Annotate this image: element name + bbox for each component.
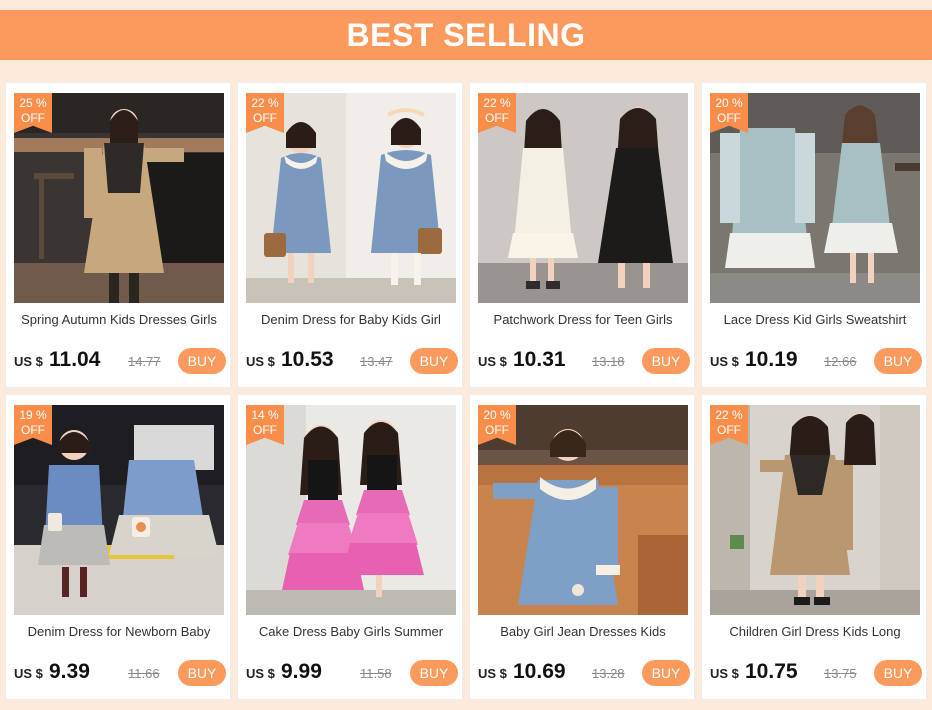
product-image[interactable]: 20 % OFF	[710, 93, 920, 303]
current-price: 10.75	[745, 660, 798, 683]
current-price: 10.53	[281, 348, 334, 371]
current-price: 9.99	[281, 660, 322, 683]
product-title[interactable]: Spring Autumn Kids Dresses Girls	[12, 311, 226, 329]
current-price: 9.39	[49, 660, 90, 683]
product-card[interactable]: 22 % OFF Denim Dress for Baby Kids Girl U…	[237, 82, 463, 388]
product-image[interactable]: 19 % OFF	[14, 405, 224, 615]
product-image[interactable]: 20 % OFF	[478, 405, 688, 615]
product-card[interactable]: 14 % OFF Cake Dress Baby Girls Summer US …	[237, 394, 463, 700]
page: BEST SELLING 25 % OFF Spring Autumn Kids…	[0, 0, 932, 710]
original-price: 11.66	[128, 666, 160, 681]
buy-button[interactable]: BUY	[410, 660, 458, 686]
original-price: 12.66	[824, 354, 857, 369]
product-image[interactable]: 22 % OFF	[478, 93, 688, 303]
current-price: 10.31	[513, 348, 566, 371]
currency-label: US $	[710, 666, 739, 681]
original-price: 11.58	[360, 666, 392, 681]
product-card[interactable]: 25 % OFF Spring Autumn Kids Dresses Girls…	[5, 82, 231, 388]
product-title[interactable]: Denim Dress for Newborn Baby	[12, 623, 226, 641]
price-row: US $ 10.53 13.47 BUY	[246, 347, 458, 375]
buy-button[interactable]: BUY	[874, 348, 922, 374]
product-card[interactable]: 22 % OFF Patchwork Dress for Teen Girls U…	[469, 82, 695, 388]
product-image[interactable]: 22 % OFF	[246, 93, 456, 303]
product-title[interactable]: Patchwork Dress for Teen Girls	[476, 311, 690, 329]
original-price: 13.28	[592, 666, 625, 681]
product-card[interactable]: 20 % OFF Lace Dress Kid Girls Sweatshirt …	[701, 82, 927, 388]
product-card[interactable]: 19 % OFF Denim Dress for Newborn Baby US …	[5, 394, 231, 700]
currency-label: US $	[478, 666, 507, 681]
product-title[interactable]: Cake Dress Baby Girls Summer	[244, 623, 458, 641]
current-price: 11.04	[49, 348, 101, 371]
original-price: 14.77	[128, 354, 161, 369]
product-title[interactable]: Denim Dress for Baby Kids Girl	[244, 311, 458, 329]
price-row: US $ 11.04 14.77 BUY	[14, 347, 226, 375]
product-image[interactable]: 14 % OFF	[246, 405, 456, 615]
product-card[interactable]: 22 % OFF Children Girl Dress Kids Long US…	[701, 394, 927, 700]
price-row: US $ 10.75 13.75 BUY	[710, 659, 922, 687]
original-price: 13.18	[592, 354, 625, 369]
buy-button[interactable]: BUY	[642, 348, 690, 374]
best-selling-banner: BEST SELLING	[0, 10, 932, 60]
currency-label: US $	[710, 354, 739, 369]
product-image[interactable]: 25 % OFF	[14, 93, 224, 303]
original-price: 13.47	[360, 354, 393, 369]
currency-label: US $	[246, 666, 275, 681]
original-price: 13.75	[824, 666, 857, 681]
buy-button[interactable]: BUY	[178, 348, 226, 374]
banner-title: BEST SELLING	[346, 16, 586, 53]
product-title[interactable]: Baby Girl Jean Dresses Kids	[476, 623, 690, 641]
price-row: US $ 10.69 13.28 BUY	[478, 659, 690, 687]
currency-label: US $	[14, 354, 43, 369]
currency-label: US $	[246, 354, 275, 369]
currency-label: US $	[478, 354, 507, 369]
buy-button[interactable]: BUY	[874, 660, 922, 686]
price-row: US $ 10.31 13.18 BUY	[478, 347, 690, 375]
current-price: 10.19	[745, 348, 798, 371]
price-row: US $ 9.39 11.66 BUY	[14, 659, 226, 687]
buy-button[interactable]: BUY	[642, 660, 690, 686]
product-title[interactable]: Lace Dress Kid Girls Sweatshirt	[708, 311, 922, 329]
currency-label: US $	[14, 666, 43, 681]
product-title[interactable]: Children Girl Dress Kids Long	[708, 623, 922, 641]
price-row: US $ 9.99 11.58 BUY	[246, 659, 458, 687]
buy-button[interactable]: BUY	[410, 348, 458, 374]
current-price: 10.69	[513, 660, 566, 683]
product-card[interactable]: 20 % OFF Baby Girl Jean Dresses Kids US $…	[469, 394, 695, 700]
product-image[interactable]: 22 % OFF	[710, 405, 920, 615]
product-grid: 25 % OFF Spring Autumn Kids Dresses Girls…	[5, 82, 927, 702]
buy-button[interactable]: BUY	[178, 660, 226, 686]
price-row: US $ 10.19 12.66 BUY	[710, 347, 922, 375]
